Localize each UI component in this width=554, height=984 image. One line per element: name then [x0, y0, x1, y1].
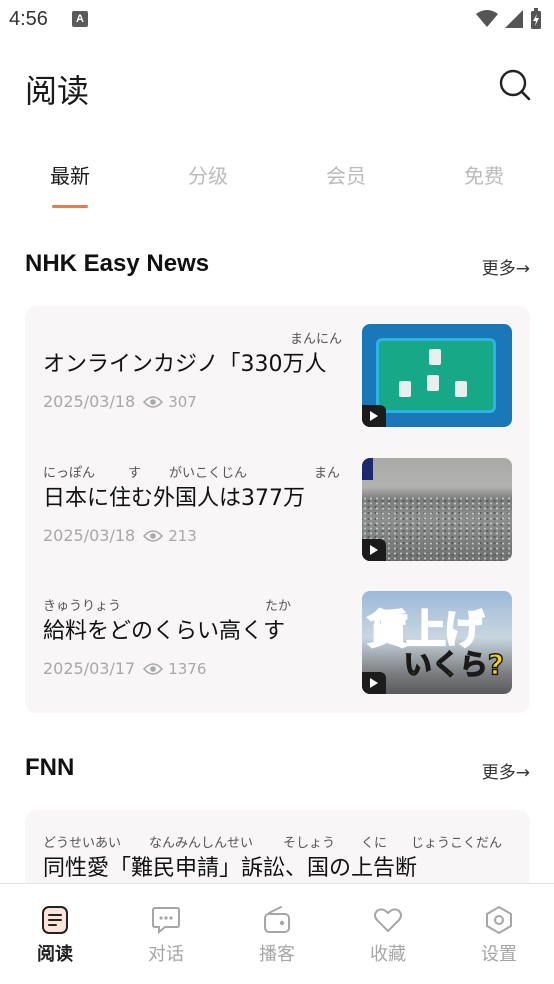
- list-item[interactable]: にっぽん す がいこくじん まん 日本に住む外国人は377万 2025/03/1…: [25, 458, 530, 568]
- nav-favorites[interactable]: 收藏: [333, 884, 443, 984]
- article-meta: 2025/03/17 1376: [43, 659, 206, 678]
- article-date: 2025/03/17: [43, 659, 136, 678]
- article-thumbnail: 賃上げ いくら?: [362, 591, 512, 694]
- furigana: じょうこくだん: [411, 836, 503, 848]
- tab-graded[interactable]: 分级: [173, 160, 243, 189]
- tab-latest[interactable]: 最新: [35, 160, 105, 189]
- nav-label: 阅读: [37, 944, 73, 965]
- article-date: 2025/03/18: [43, 392, 136, 411]
- section-title: FNN: [25, 754, 75, 781]
- furigana: なんみんしんせい: [149, 836, 254, 848]
- nav-reading[interactable]: 阅读: [0, 884, 110, 984]
- furigana-row: きゅうりょう たか: [43, 595, 348, 611]
- reading-icon: [42, 906, 68, 934]
- signal-icon: [505, 10, 523, 28]
- eye-icon: [143, 529, 164, 542]
- more-link-nhk[interactable]: 更多→: [482, 254, 530, 279]
- list-item[interactable]: どうせいあい なんみんしんせい そしょう くに じょうこくだん 同性愛「難民申請…: [25, 828, 530, 888]
- casino-table-image: [376, 338, 496, 413]
- article-meta: 2025/03/18 307: [43, 392, 197, 411]
- furigana-row: まんにん: [43, 328, 348, 344]
- active-tab-indicator: [52, 205, 88, 208]
- status-time: 4:56: [9, 8, 48, 30]
- section-header-nhk: NHK Easy News 更多→: [25, 250, 530, 286]
- furigana: そしょう: [283, 836, 336, 848]
- nav-label: 播客: [259, 944, 295, 965]
- eye-icon: [143, 395, 164, 408]
- nav-label: 设置: [481, 944, 517, 965]
- section-title: NHK Easy News: [25, 250, 210, 277]
- list-item[interactable]: きゅうりょう たか 給料をどのくらい高くす 2025/03/17 1376 賃上…: [25, 591, 530, 701]
- wifi-icon: [476, 10, 498, 27]
- view-count: 1376: [143, 660, 206, 678]
- thumbnail-caption: いくら?: [403, 647, 505, 682]
- article-thumbnail: [362, 324, 512, 427]
- nav-label: 收藏: [370, 944, 406, 965]
- search-button[interactable]: [498, 68, 532, 102]
- page-title: 阅读: [25, 72, 90, 110]
- furigana: す: [128, 466, 142, 478]
- article-date: 2025/03/18: [43, 526, 136, 545]
- article-meta: 2025/03/18 213: [43, 526, 197, 545]
- status-bar: 4:56 A: [0, 0, 554, 40]
- nhk-news-card: まんにん オンラインカジノ「330万人 2025/03/18 307 にっぽん …: [25, 306, 530, 713]
- furigana: くに: [361, 836, 388, 848]
- article-title: オンラインカジノ「330万人: [43, 352, 327, 377]
- eye-icon: [143, 662, 164, 675]
- bottom-navigation: 阅读 对话 播客 收藏 设置: [0, 883, 554, 984]
- furigana: きゅうりょう: [43, 599, 122, 611]
- article-title: 日本に住む外国人は377万: [43, 486, 305, 511]
- battery-icon: [531, 8, 541, 29]
- view-count-value: 213: [168, 526, 197, 545]
- furigana: どうせいあい: [43, 836, 122, 848]
- play-icon: [362, 539, 386, 561]
- furigana: たか: [265, 599, 292, 611]
- more-link-fnn[interactable]: 更多→: [482, 758, 530, 783]
- notification-a-icon: A: [72, 11, 88, 27]
- nav-chat[interactable]: 对话: [111, 884, 221, 984]
- furigana: まん: [314, 466, 341, 478]
- view-count-value: 1376: [168, 659, 207, 678]
- view-count: 307: [143, 393, 197, 411]
- play-icon: [362, 672, 386, 694]
- app-header: 阅读: [0, 60, 554, 116]
- section-header-fnn: FNN 更多→: [25, 754, 530, 790]
- article-title: 同性愛「難民申請」訴訟、国の上告断: [43, 856, 418, 881]
- nhk-logo-icon: [362, 458, 373, 480]
- article-thumbnail: [362, 458, 512, 561]
- chat-icon: [152, 907, 180, 935]
- fnn-news-card: どうせいあい なんみんしんせい そしょう くに じょうこくだん 同性愛「難民申請…: [25, 810, 530, 890]
- list-item[interactable]: まんにん オンラインカジノ「330万人 2025/03/18 307: [25, 324, 530, 434]
- furigana-row: にっぽん す がいこくじん まん: [43, 462, 348, 478]
- category-tabs: 最新 分级 会员 免费: [0, 150, 554, 210]
- view-count: 213: [143, 527, 197, 545]
- search-icon: [499, 69, 531, 101]
- play-icon: [362, 405, 386, 427]
- nav-podcast[interactable]: 播客: [222, 884, 332, 984]
- furigana: にっぽん: [43, 466, 96, 478]
- tab-member[interactable]: 会员: [311, 160, 381, 189]
- heart-icon: [374, 908, 402, 932]
- furigana: まんにん: [290, 332, 343, 344]
- tab-free[interactable]: 免费: [449, 160, 519, 189]
- status-icons: [476, 8, 542, 30]
- furigana: がいこくじん: [169, 466, 248, 478]
- nav-settings[interactable]: 设置: [444, 884, 554, 984]
- radio-icon: [264, 906, 290, 933]
- nav-label: 对话: [148, 944, 184, 965]
- view-count-value: 307: [168, 392, 197, 411]
- article-title: 給料をどのくらい高くす: [43, 619, 286, 644]
- furigana-row: どうせいあい なんみんしんせい そしょう くに じょうこくだん: [43, 832, 518, 848]
- settings-icon: [486, 906, 512, 934]
